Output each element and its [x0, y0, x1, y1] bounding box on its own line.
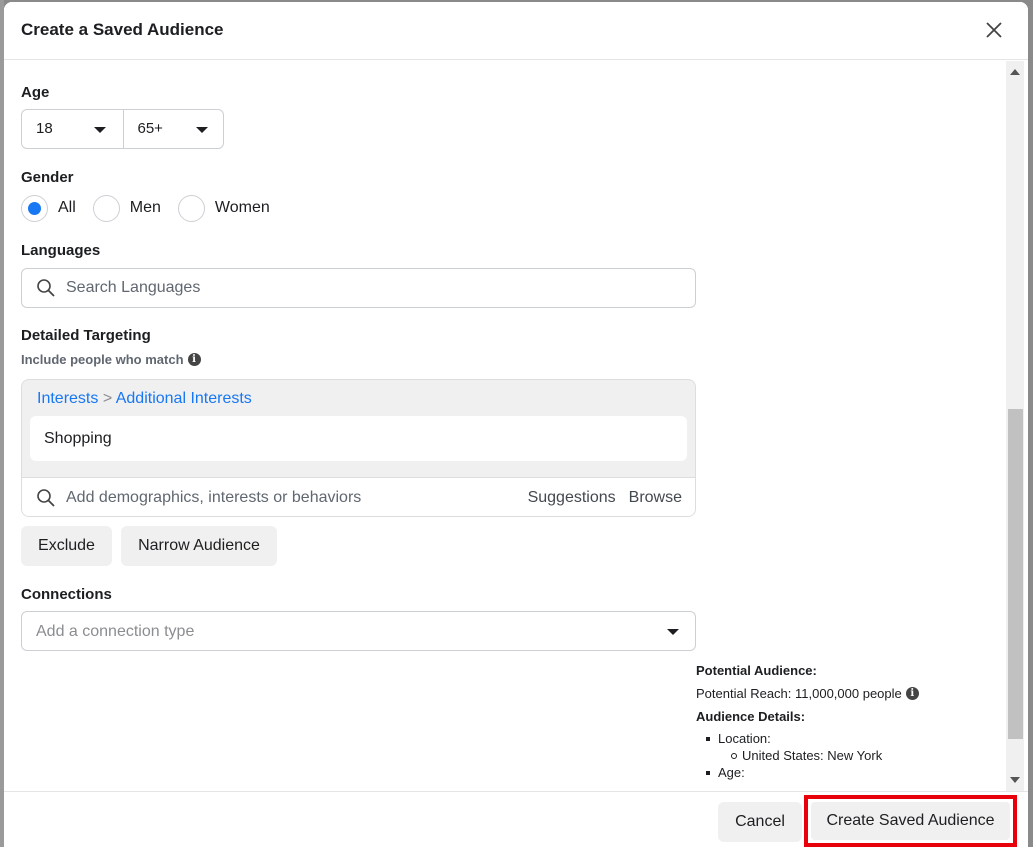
location-value: United States: New York [730, 747, 996, 764]
detail-location: Location: United States: New York [706, 730, 996, 764]
include-text: Include people who match [21, 352, 184, 367]
detailed-targeting-sublabel: Include people who match i [21, 352, 201, 367]
audience-details-list: Location: United States: New York Age: [696, 730, 996, 781]
connection-type-select[interactable]: Add a connection type [21, 611, 696, 651]
age-detail-label: Age: [718, 765, 745, 780]
targeting-input[interactable] [66, 488, 528, 507]
caret-down-icon [195, 127, 208, 133]
radio-label: All [58, 199, 76, 216]
detail-age: Age: [706, 764, 996, 781]
connections-label: Connections [21, 586, 112, 603]
detailed-targeting-box: Interests > Additional Interests Shoppin… [21, 379, 696, 517]
scroll-down-arrow-icon[interactable] [1010, 777, 1020, 783]
reach-text: Potential Reach: 11,000,000 people [696, 686, 902, 701]
age-min-select[interactable]: 18 [22, 110, 123, 148]
close-icon [986, 22, 1002, 38]
age-range: 18 65+ [21, 109, 224, 149]
languages-input[interactable] [66, 279, 695, 297]
radio-button[interactable] [21, 194, 48, 222]
gender-radio-group: All Men Women [21, 193, 287, 223]
search-icon [37, 488, 55, 507]
browse-button[interactable]: Browse [629, 489, 682, 507]
gender-option-all[interactable]: All [21, 194, 76, 222]
potential-reach: Potential Reach: 11,000,000 people i [696, 686, 996, 701]
modal-header: Create a Saved Audience [4, 2, 1028, 60]
languages-label: Languages [21, 242, 101, 259]
caret-down-icon [667, 629, 679, 635]
gender-option-women[interactable]: Women [177, 194, 270, 222]
modal-title: Create a Saved Audience [21, 20, 224, 39]
exclude-button[interactable]: Exclude [21, 526, 112, 566]
age-min-value: 18 [36, 120, 53, 137]
age-max-select[interactable]: 65+ [122, 110, 224, 148]
age-label: Age [21, 84, 50, 101]
create-saved-audience-modal: Create a Saved Audience Age 18 65+ Gende… [4, 2, 1028, 847]
caret-down-icon [94, 127, 106, 133]
radio-label: Men [129, 199, 161, 216]
radio-button[interactable] [92, 194, 120, 222]
breadcrumb-interests[interactable]: Interests [37, 390, 98, 407]
cancel-button[interactable]: Cancel [718, 802, 802, 842]
detailed-targeting-label: Detailed Targeting [21, 327, 151, 344]
highlight-box: Create Saved Audience [804, 795, 1017, 847]
radio-button[interactable] [177, 194, 205, 222]
gender-label: Gender [21, 169, 74, 186]
potential-audience-title: Potential Audience: [696, 663, 817, 678]
close-button[interactable] [982, 18, 1006, 42]
search-icon [37, 279, 55, 297]
interest-item-shopping[interactable]: Shopping [30, 416, 687, 461]
age-max-value: 65+ [137, 120, 163, 137]
targeting-breadcrumb: Interests > Additional Interests [37, 390, 252, 408]
breadcrumb-additional-interests[interactable]: Additional Interests [116, 390, 252, 407]
connection-placeholder: Add a connection type [36, 623, 195, 640]
gender-option-men[interactable]: Men [92, 194, 161, 222]
scrollbar-thumb[interactable] [1008, 409, 1023, 739]
narrow-audience-button[interactable]: Narrow Audience [121, 526, 277, 566]
targeting-search: Suggestions Browse [22, 477, 695, 516]
scroll-up-arrow-icon[interactable] [1010, 69, 1020, 75]
audience-details-title: Audience Details: [696, 709, 806, 724]
radio-label: Women [214, 199, 270, 216]
location-label: Location: [718, 731, 771, 746]
potential-audience-panel: Potential Audience: Potential Reach: 11,… [696, 663, 996, 781]
info-icon[interactable]: i [187, 353, 201, 366]
modal-body: Age 18 65+ Gender All Men Women Language… [4, 61, 1006, 791]
languages-search [21, 268, 696, 308]
modal-footer: Cancel Create Saved Audience [4, 791, 1028, 847]
info-icon[interactable]: i [905, 687, 919, 700]
breadcrumb-separator: > [102, 390, 113, 407]
create-saved-audience-button[interactable]: Create Saved Audience [811, 802, 1010, 840]
vertical-scrollbar[interactable] [1006, 61, 1024, 791]
suggestions-button[interactable]: Suggestions [528, 489, 616, 507]
